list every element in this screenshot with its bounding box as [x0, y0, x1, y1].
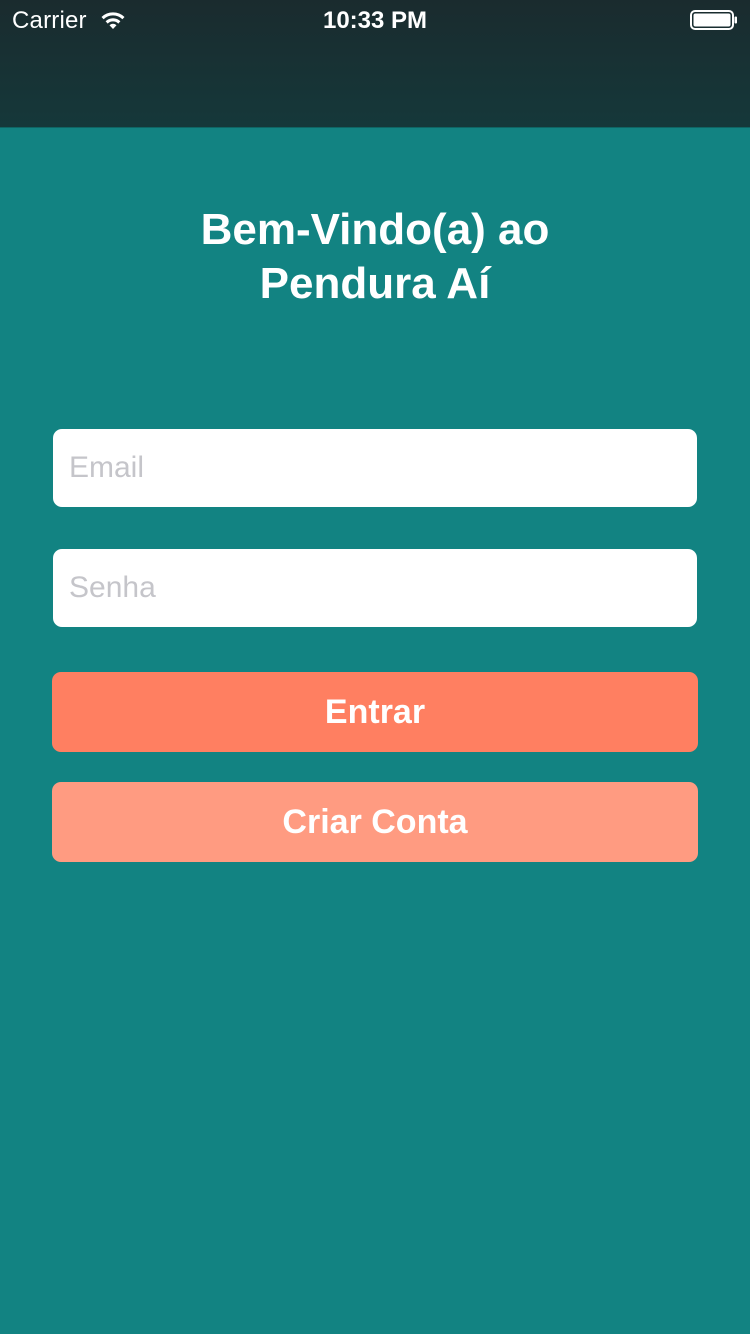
welcome-title: Bem-Vindo(a) ao Pendura Aí	[0, 203, 750, 311]
navigation-bar: Carrier 10:33 PM	[0, 0, 750, 128]
password-field[interactable]	[53, 549, 697, 627]
welcome-title-line2: Pendura Aí	[259, 259, 491, 308]
email-input[interactable]	[67, 450, 697, 486]
battery-icon	[690, 10, 737, 30]
create-account-button[interactable]: Criar Conta	[52, 782, 698, 862]
login-button[interactable]: Entrar	[52, 672, 698, 752]
password-input[interactable]	[67, 570, 697, 606]
status-bar: Carrier 10:33 PM	[0, 0, 750, 40]
welcome-title-line1: Bem-Vindo(a) ao	[200, 205, 550, 254]
email-field[interactable]	[53, 429, 697, 507]
clock-label: 10:33 PM	[322, 7, 428, 34]
login-screen: Carrier 10:33 PM Bem-Vindo(a) ao Pendura…	[0, 0, 750, 1334]
